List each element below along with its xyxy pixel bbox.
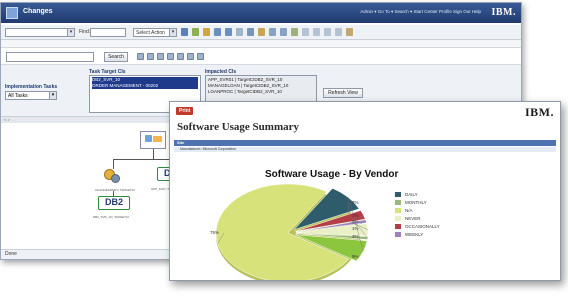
legend-label: DAILY	[405, 192, 418, 197]
legend-label: OCCASIONALLY	[405, 224, 440, 229]
impl-tasks-value: All Tasks	[8, 93, 28, 99]
refresh-icon[interactable]	[236, 28, 243, 36]
zoom-out-icon[interactable]	[157, 53, 164, 60]
order-management-node[interactable]	[140, 131, 166, 149]
attach-icon[interactable]	[258, 28, 265, 36]
workflow-icon[interactable]	[280, 28, 287, 36]
legend-item: DAILY	[395, 191, 465, 199]
legend-swatch	[395, 208, 401, 213]
new-icon[interactable]	[192, 28, 199, 36]
legend-label: MONTHLY	[405, 200, 427, 205]
legend-item: N/A	[395, 207, 465, 215]
chevron-down-icon[interactable]: ▾	[49, 92, 56, 99]
window-title: Changes	[23, 8, 53, 15]
server-icon	[145, 135, 152, 142]
title-bar: Changes Admin ▾ Go To ▾ Search ▾ Start C…	[1, 3, 521, 23]
pie-percent-label: 75%	[210, 230, 220, 235]
db2-node[interactable]: DB2	[98, 196, 130, 210]
chevron-down-icon[interactable]: ▾	[169, 29, 176, 36]
legend-label: NEVER	[405, 216, 421, 221]
legend-swatch	[395, 192, 401, 197]
task-icon[interactable]	[291, 28, 298, 36]
filter-icon[interactable]	[313, 28, 320, 36]
pie-percent-label: 1%	[352, 226, 359, 231]
pie-chart	[215, 183, 369, 280]
report-window: Print IBM. Software Usage Summary Site M…	[169, 101, 561, 281]
report-icon[interactable]	[324, 28, 331, 36]
chart-icon[interactable]	[302, 28, 309, 36]
node-caption: DB2_SVR_10 | TARGETCI	[93, 215, 130, 219]
top-nav-links[interactable]: Admin ▾ Go To ▾ Search ▾ Start Center Pr…	[360, 9, 481, 15]
print-icon[interactable]	[247, 28, 254, 36]
record-select[interactable]: ▾	[5, 28, 75, 37]
route-icon[interactable]	[269, 28, 276, 36]
action-select[interactable]: Select Action ▾	[133, 28, 177, 37]
pie-percent-label: 7%	[352, 200, 359, 205]
legend-item: NEVER	[395, 215, 465, 223]
chart-legend: DAILY MONTHLY N/A NEVER OCCASIONALLY WEEKLY	[395, 191, 465, 239]
copy-icon[interactable]	[335, 28, 342, 36]
pie-percent-label: 4%	[352, 219, 359, 224]
search-button[interactable]: Search	[104, 52, 128, 62]
connector-line	[153, 149, 154, 159]
impl-tasks-select[interactable]: All Tasks ▾	[5, 91, 57, 100]
toolbar: ▾ Find: Select Action ▾	[1, 25, 521, 40]
legend-item: WEEKLY	[395, 231, 465, 239]
save-icon[interactable]	[181, 28, 188, 36]
chevron-down-icon[interactable]: ▾	[67, 29, 74, 36]
find-label: Find:	[79, 29, 91, 35]
legend-label: WEEKLY	[405, 232, 424, 237]
connector-line	[113, 159, 175, 160]
previous-icon[interactable]	[214, 28, 221, 36]
bulletin-icon[interactable]	[203, 28, 210, 36]
legend-item: OCCASIONALLY	[395, 223, 465, 231]
expand-icon[interactable]	[197, 53, 204, 60]
help-icon[interactable]	[346, 28, 353, 36]
pie-percent-label: 1%	[352, 213, 359, 218]
pie-percent-label: 3%	[352, 234, 359, 239]
zoom-icon[interactable]	[167, 53, 174, 60]
search-input[interactable]	[6, 52, 94, 62]
legend-swatch	[395, 216, 401, 221]
ibm-logo: IBM.	[491, 7, 516, 18]
app-icon	[153, 136, 162, 142]
impl-tasks-label: Implementation Tasks	[5, 84, 58, 90]
view-icons	[137, 53, 204, 60]
panel-strip	[1, 40, 521, 48]
next-icon[interactable]	[225, 28, 232, 36]
screenshot-stage: Changes Admin ▾ Go To ▾ Search ▾ Start C…	[0, 0, 568, 297]
layout-icon[interactable]	[187, 53, 194, 60]
action-select-value: Select Action	[136, 30, 165, 36]
refresh-view-button[interactable]: Refresh View	[323, 88, 363, 98]
zoom-in-icon[interactable]	[147, 53, 154, 60]
node-caption: CHANGEADMIN | TARGETCI	[95, 188, 135, 192]
legend-swatch	[395, 200, 401, 205]
fit-icon[interactable]	[137, 53, 144, 60]
app-server-node[interactable]	[101, 167, 127, 185]
settings-icon[interactable]	[177, 53, 184, 60]
legend-swatch	[395, 224, 401, 229]
legend-item: MONTHLY	[395, 199, 465, 207]
gear-icon	[111, 174, 120, 183]
list-item[interactable]: LOANPROC | TargetCIDB2_SVR_10	[208, 89, 314, 95]
legend-label: N/A	[405, 208, 413, 213]
legend-swatch	[395, 232, 401, 237]
find-input[interactable]	[90, 28, 126, 37]
search-row: Search	[1, 48, 521, 65]
toolbar-icons	[181, 28, 353, 36]
app-icon	[6, 7, 18, 19]
pie-percent-label: 9%	[352, 254, 359, 259]
list-item[interactable]: ORDER MANAGEMENT - 00202	[92, 83, 198, 89]
